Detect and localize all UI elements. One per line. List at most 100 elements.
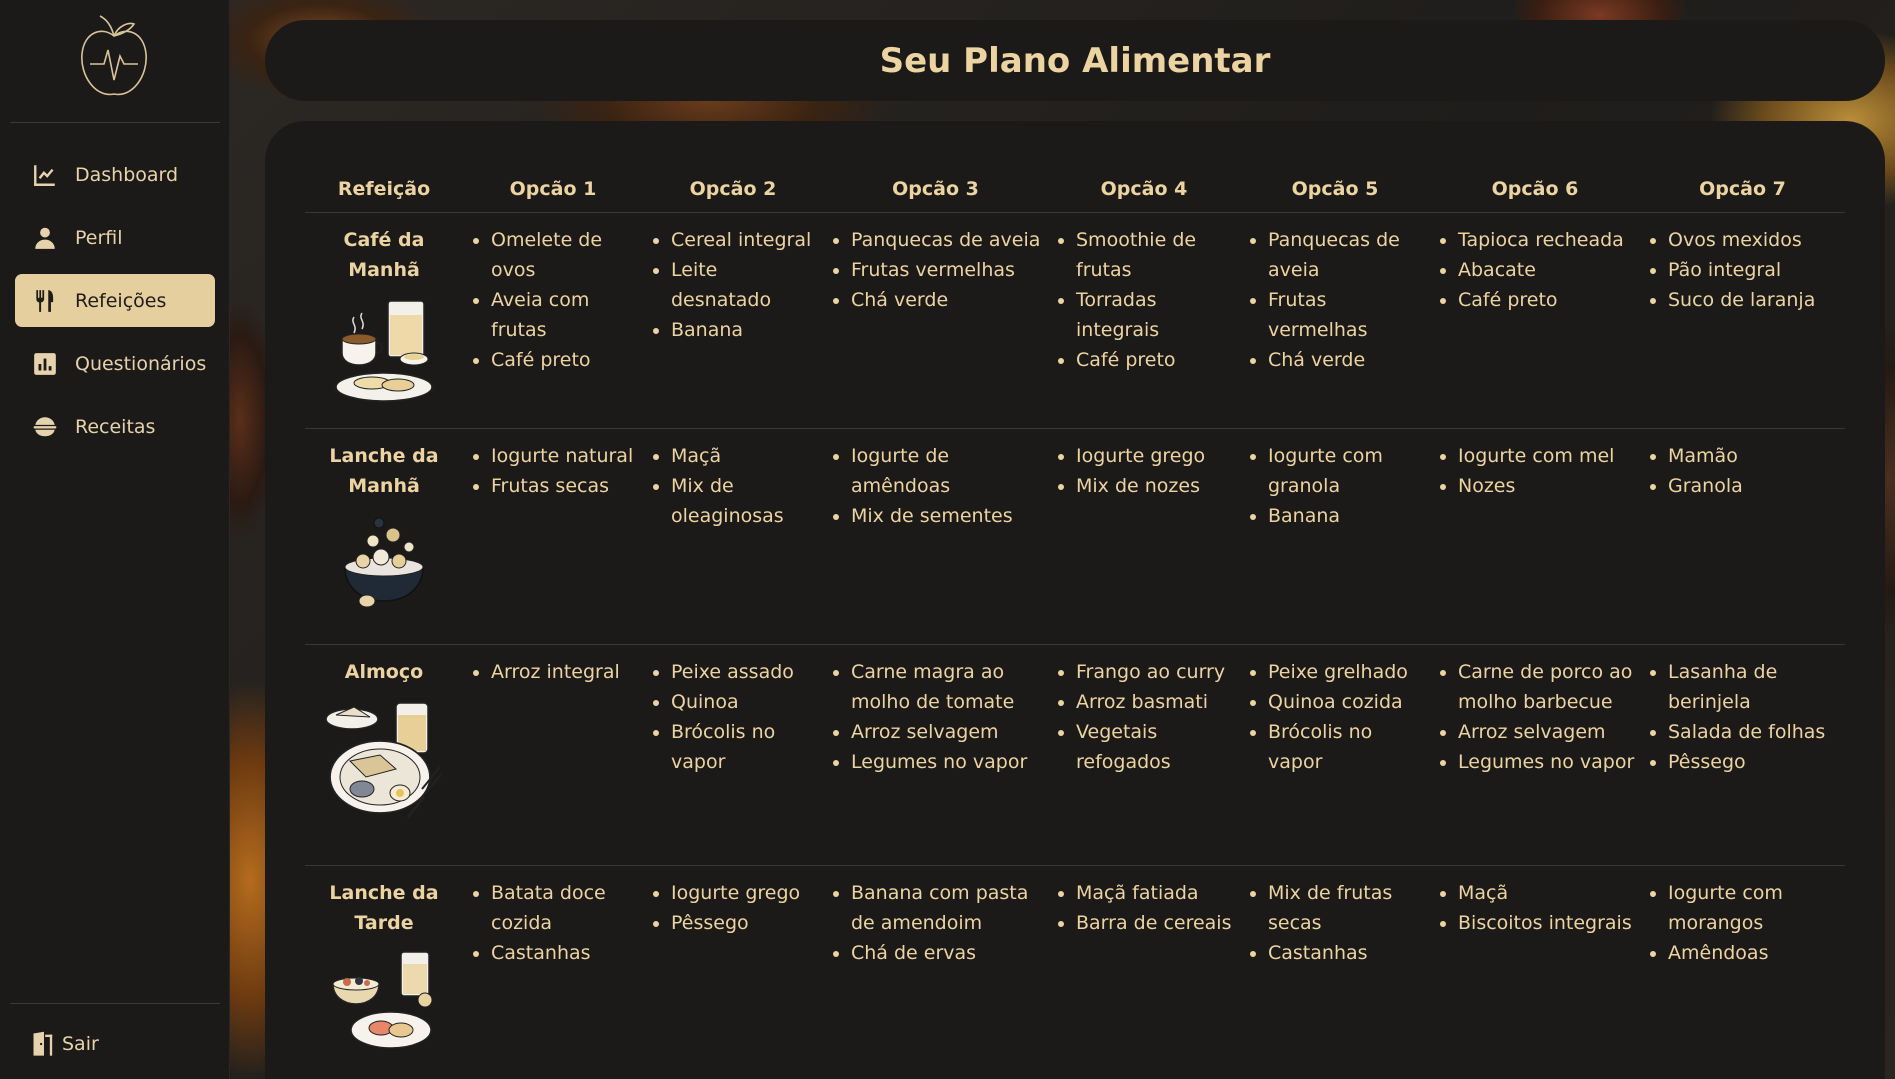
food-item: Brócolis no vapor <box>653 717 823 777</box>
food-list: Maçã fatiada Barra de cereais <box>1048 878 1240 938</box>
food-item: Maçã <box>1440 878 1640 908</box>
food-list: Carne de porco ao molho barbecue Arroz se… <box>1430 657 1640 777</box>
food-item: Chá verde <box>833 285 1048 315</box>
food-list: Lasanha de berinjela Salada de folhas Pêss… <box>1640 657 1845 777</box>
option-cell: Iogurte grego Pêssego <box>643 865 823 1079</box>
food-item: Mix de sementes <box>833 501 1048 531</box>
sidebar-item-label: Perfil <box>75 226 123 249</box>
table-header-row: Refeição Opcão 1 Opcão 2 Opcão 3 Opcão 4… <box>305 166 1845 213</box>
food-list: Banana com pasta de amendoim Chá de ervas <box>823 878 1048 968</box>
meal-name: Lanche da Tarde <box>329 881 439 934</box>
food-list: Batata doce cozida Castanhas <box>463 878 643 968</box>
food-item: Iogurte com granola <box>1250 441 1430 501</box>
food-list: Maçã Biscoitos integrais <box>1430 878 1640 938</box>
table-row: Café da Manhã Omelete de ovos Aveia com f… <box>305 212 1845 428</box>
page-title: Seu Plano Alimentar <box>879 40 1271 81</box>
sidebar-nav: Dashboard Perfil Refeições Questionários… <box>15 148 215 463</box>
food-item: Iogurte com mel <box>1440 441 1640 471</box>
food-list: Mix de frutas secas Castanhas <box>1240 878 1430 968</box>
logout-button[interactable]: Sair <box>30 1030 99 1058</box>
food-list: Iogurte com mel Nozes <box>1430 441 1640 501</box>
sidebar-item-dashboard[interactable]: Dashboard <box>15 148 215 201</box>
food-item: Café preto <box>473 345 643 375</box>
food-item: Lasanha de berinjela <box>1650 657 1845 717</box>
apple-heartbeat-logo <box>76 14 152 100</box>
food-item: Mix de oleaginosas <box>653 471 823 531</box>
food-item: Frutas vermelhas <box>1250 285 1430 345</box>
option-cell: Smoothie de frutas Torradas integrais Café… <box>1048 212 1240 428</box>
column-header: Opcão 6 <box>1430 166 1640 213</box>
food-item: Frango ao curry <box>1058 657 1240 687</box>
food-item: Quinoa cozida <box>1250 687 1430 717</box>
option-cell: Cereal integral Leite desnatado Banana <box>643 212 823 428</box>
meal-name: Lanche da Manhã <box>329 444 439 497</box>
food-item: Pêssego <box>653 908 823 938</box>
food-list: Tapioca recheada Abacate Café preto <box>1430 225 1640 315</box>
column-header: Refeição <box>305 166 463 213</box>
food-item: Barra de cereais <box>1058 908 1240 938</box>
meal-name: Almoço <box>344 660 424 683</box>
column-header: Opcão 3 <box>823 166 1048 213</box>
option-cell: Carne de porco ao molho barbecue Arroz se… <box>1430 644 1640 865</box>
option-cell: Omelete de ovos Aveia com frutas Café pret… <box>463 212 643 428</box>
food-item: Banana com pasta de amendoim <box>833 878 1048 938</box>
food-item: Peixe grelhado <box>1250 657 1430 687</box>
food-item: Chá verde <box>1250 345 1430 375</box>
food-item: Peixe assado <box>653 657 823 687</box>
option-cell: Panquecas de aveia Frutas vermelhas Chá ve… <box>1240 212 1430 428</box>
food-item: Torradas integrais <box>1058 285 1240 345</box>
meal-cell: Café da Manhã <box>305 212 463 428</box>
food-list: Smoothie de frutas Torradas integrais Café… <box>1048 225 1240 375</box>
food-list: Panquecas de aveia Frutas vermelhas Chá ve… <box>823 225 1048 315</box>
food-list: Ovos mexidos Pão integral Suco de laranja <box>1640 225 1845 315</box>
food-item: Castanhas <box>473 938 643 968</box>
food-list: Maçã Mix de oleaginosas <box>643 441 823 531</box>
option-cell: Banana com pasta de amendoim Chá de ervas <box>823 865 1048 1079</box>
bowl-icon <box>31 413 59 441</box>
food-item: Iogurte com morangos <box>1650 878 1845 938</box>
food-list: Peixe assado Quinoa Brócolis no vapor <box>643 657 823 777</box>
food-item: Legumes no vapor <box>1440 747 1640 777</box>
sidebar-item-refeicoes[interactable]: Refeições <box>15 274 215 327</box>
option-cell: Maçã Biscoitos integrais <box>1430 865 1640 1079</box>
column-header: Opcão 2 <box>643 166 823 213</box>
food-item: Chá de ervas <box>833 938 1048 968</box>
sidebar-item-receitas[interactable]: Receitas <box>15 400 215 453</box>
food-list: Mamão Granola <box>1640 441 1845 501</box>
afternoon-snack-illustration <box>332 950 433 1049</box>
column-header: Opcão 7 <box>1640 166 1845 213</box>
food-item: Maçã fatiada <box>1058 878 1240 908</box>
utensils-icon <box>31 287 59 315</box>
sidebar-divider-top <box>10 122 220 123</box>
food-item: Arroz selvagem <box>1440 717 1640 747</box>
option-cell: Carne magra ao molho de tomate Arroz selv… <box>823 644 1048 865</box>
food-item: Ovos mexidos <box>1650 225 1845 255</box>
sidebar-item-questionarios[interactable]: Questionários <box>15 337 215 390</box>
food-item: Iogurte de amêndoas <box>833 441 1048 501</box>
meal-plan-panel: Refeição Opcão 1 Opcão 2 Opcão 3 Opcão 4… <box>265 121 1885 1079</box>
sidebar-item-perfil[interactable]: Perfil <box>15 211 215 264</box>
food-item: Smoothie de frutas <box>1058 225 1240 285</box>
food-list: Iogurte grego Mix de nozes <box>1048 441 1240 501</box>
food-item: Omelete de ovos <box>473 225 643 285</box>
column-header: Opcão 5 <box>1240 166 1430 213</box>
food-item: Mix de nozes <box>1058 471 1240 501</box>
option-cell: Iogurte grego Mix de nozes <box>1048 428 1240 644</box>
breakfast-illustration <box>335 299 433 402</box>
food-list: Frango ao curry Arroz basmati Vegetais ref… <box>1048 657 1240 777</box>
food-item: Abacate <box>1440 255 1640 285</box>
table-row: Lanche da Manhã Iogurte natural Frutas se… <box>305 428 1845 644</box>
food-item: Carne magra ao molho de tomate <box>833 657 1048 717</box>
food-list: Cereal integral Leite desnatado Banana <box>643 225 823 345</box>
food-item: Salada de folhas <box>1650 717 1845 747</box>
option-cell: Mamão Granola <box>1640 428 1845 644</box>
option-cell: Arroz integral <box>463 644 643 865</box>
food-item: Granola <box>1650 471 1845 501</box>
option-cell: Iogurte natural Frutas secas <box>463 428 643 644</box>
door-exit-icon <box>30 1030 58 1058</box>
sidebar-item-label: Dashboard <box>75 163 179 186</box>
food-list: Iogurte de amêndoas Mix de sementes <box>823 441 1048 531</box>
food-item: Iogurte grego <box>1058 441 1240 471</box>
food-item: Tapioca recheada <box>1440 225 1640 255</box>
sidebar: Dashboard Perfil Refeições Questionários… <box>0 0 230 1079</box>
